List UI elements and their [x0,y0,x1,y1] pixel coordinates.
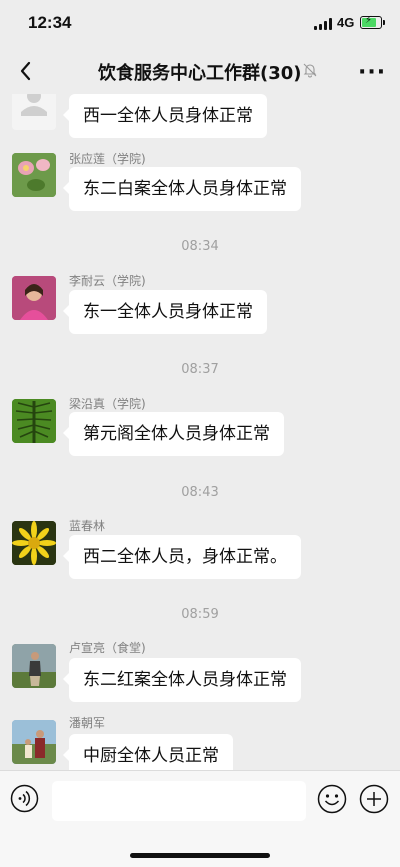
avatar[interactable] [12,276,56,320]
message-bubble[interactable]: 西二全体人员，身体正常。 [63,535,301,579]
avatar[interactable] [12,720,56,764]
avatar[interactable] [12,521,56,565]
battery-icon: ⚡ [360,15,385,29]
sender-name: 蓝春林 [69,519,106,533]
message-input[interactable] [52,781,306,821]
status-time: 12:34 [28,13,72,32]
emoji-icon[interactable] [317,784,347,814]
more-icon[interactable]: ··· [358,60,386,85]
message-bubble[interactable]: 东一全体人员身体正常 [63,290,267,334]
sender-name: 梁沿真（学院) [69,397,146,411]
sender-name: 潘朝军 [69,716,106,730]
chat-header: 饮食服务中心工作群(30) ··· [0,48,400,94]
chat-title: 饮食服务中心工作群(30) [98,63,302,84]
avatar[interactable] [12,94,56,130]
network-type: 4G [337,15,355,30]
message-bubble[interactable]: 中厨全体人员正常 [63,734,233,770]
bell-off-icon [303,63,317,78]
avatar[interactable] [12,644,56,688]
avatar[interactable] [12,399,56,443]
home-indicator [130,853,270,858]
timestamp: 08:59 [181,607,219,622]
message-bubble[interactable]: 东二红案全体人员身体正常 [63,658,301,702]
plus-icon[interactable] [359,784,389,814]
chat-area[interactable]: 西一全体人员身体正常 张应莲（学院) 东二白案全体人员身体正常 08:34 李耐… [0,94,400,770]
sender-name: 张应莲（学院) [69,152,146,166]
message-bubble[interactable]: 东二白案全体人员身体正常 [63,167,301,211]
timestamp: 08:43 [181,485,219,500]
voice-icon[interactable] [10,784,39,813]
input-bar [0,770,400,867]
status-bar: 12:34 4G ⚡ [0,0,400,48]
sender-name: 卢宣亮（食堂) [69,641,146,655]
chevron-left-icon[interactable] [14,58,40,84]
avatar[interactable] [12,153,56,197]
timestamp: 08:37 [181,362,219,377]
message-bubble[interactable]: 第元阁全体人员身体正常 [63,412,284,456]
signal-icon [314,18,334,30]
message-bubble[interactable]: 西一全体人员身体正常 [63,94,267,138]
sender-name: 李耐云（学院) [69,274,146,288]
timestamp: 08:34 [181,239,219,254]
